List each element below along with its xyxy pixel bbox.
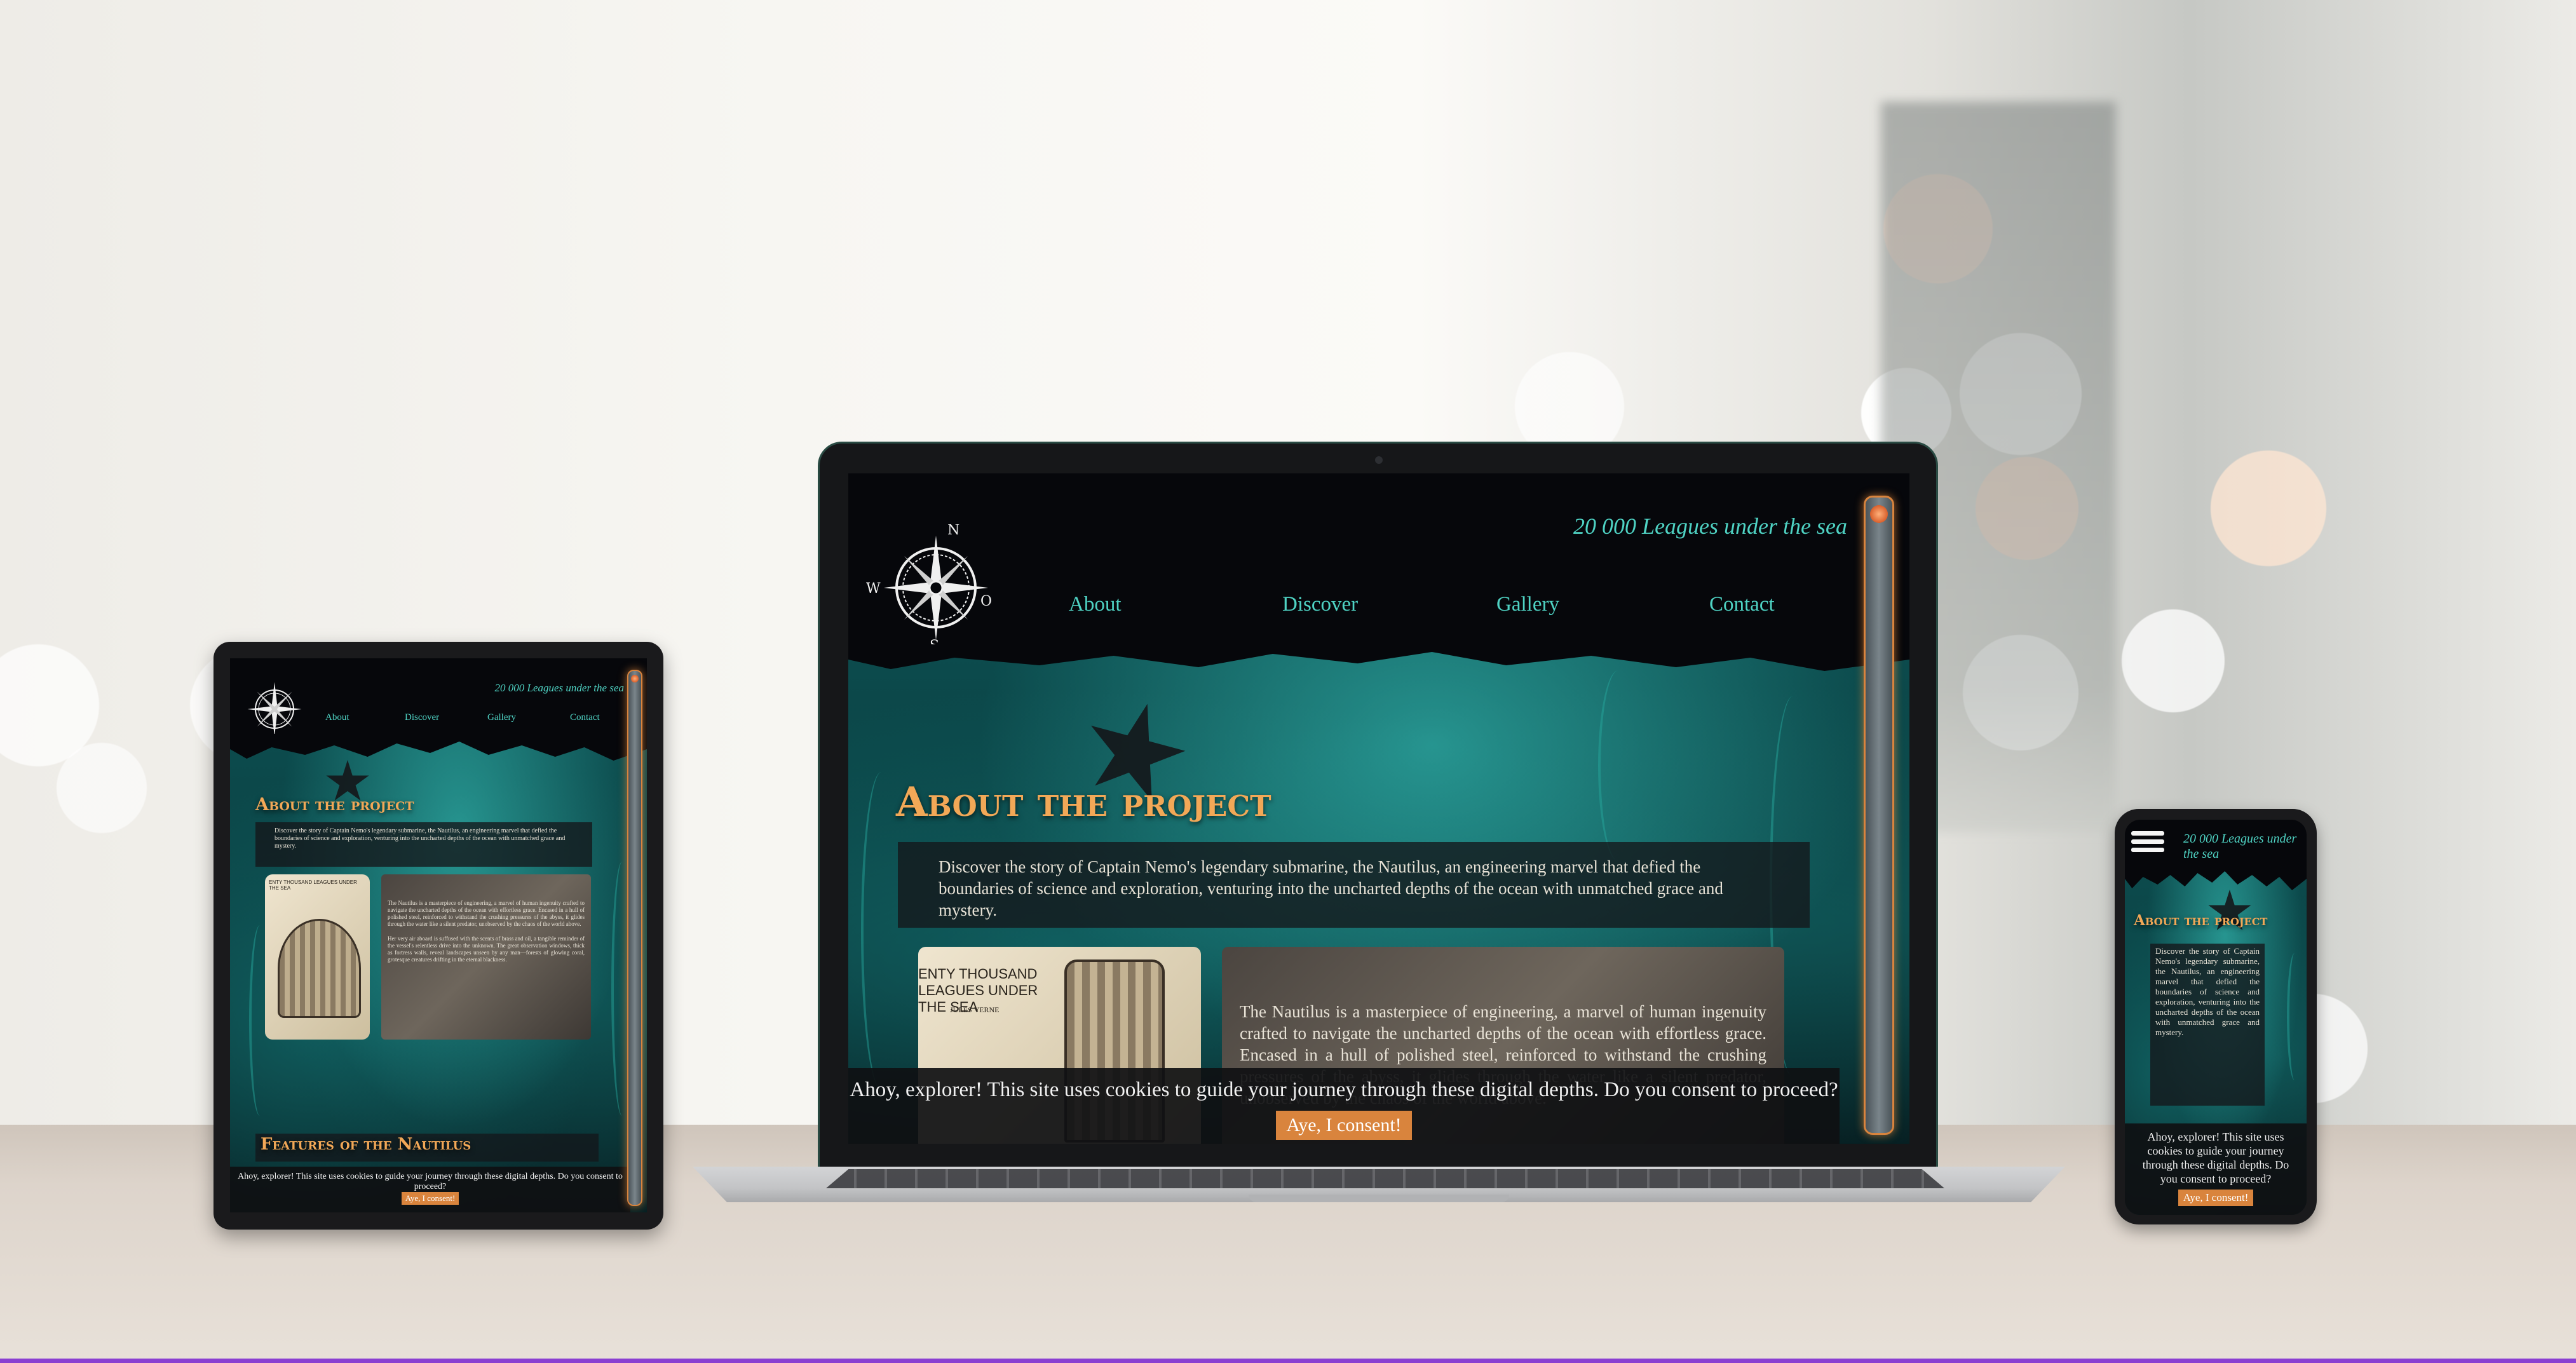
nautilus-description-card: The Nautilus is a masterpiece of enginee… xyxy=(381,874,591,1040)
tablet-screen: 20 000 Leagues under the sea About Disco… xyxy=(230,658,647,1212)
laptop-notch xyxy=(1249,1195,1509,1202)
nav-discover[interactable]: Discover xyxy=(1282,593,1358,616)
illustration-caption: ENTY THOUSAND LEAGUES UNDER THE SEA xyxy=(269,879,357,891)
cookie-banner: Ahoy, explorer! This site uses cookies t… xyxy=(2125,1123,2307,1215)
card-paragraph-2: Her very air aboard is suffused with the… xyxy=(388,935,585,963)
main-nav: About Discover Gallery Contact xyxy=(848,593,1840,625)
nav-about[interactable]: About xyxy=(1069,593,1122,616)
site-title[interactable]: 20 000 Leagues under the sea xyxy=(1573,513,1847,539)
section-title-about: About the project xyxy=(2134,912,2268,929)
consent-button[interactable]: Aye, I consent! xyxy=(2178,1190,2254,1206)
intro-text: Discover the story of Captain Nemo's leg… xyxy=(255,822,592,867)
scrollbar[interactable] xyxy=(627,670,642,1206)
consent-button[interactable]: Aye, I consent! xyxy=(1276,1111,1412,1140)
cookie-text: Ahoy, explorer! This site uses cookies t… xyxy=(2142,1130,2289,1185)
intro-text: Discover the story of Captain Nemo's leg… xyxy=(2150,944,2265,1106)
submarine-drawing xyxy=(278,919,361,1018)
nav-about[interactable]: About xyxy=(325,712,349,723)
kelp-decoration xyxy=(2287,953,2302,1080)
nav-discover[interactable]: Discover xyxy=(405,712,439,723)
laptop-keyboard xyxy=(826,1169,1944,1188)
site-title[interactable]: 20 000 Leagues under the sea xyxy=(2183,831,2298,862)
compass-n: N xyxy=(947,524,959,538)
consent-button[interactable]: Aye, I consent! xyxy=(401,1192,459,1205)
nav-contact[interactable]: Contact xyxy=(570,712,600,723)
table-edge-line xyxy=(0,1359,2576,1363)
compass-rose-icon[interactable] xyxy=(243,677,306,741)
nav-gallery[interactable]: Gallery xyxy=(487,712,516,723)
kelp-decoration xyxy=(1598,670,1639,861)
cookie-text: Ahoy, explorer! This site uses cookies t… xyxy=(850,1078,1838,1101)
cookie-banner: Ahoy, explorer! This site uses cookies t… xyxy=(848,1068,1840,1144)
scrollbar-thumb[interactable] xyxy=(631,675,639,682)
phone-screen: 20 000 Leagues under the sea About the p… xyxy=(2125,820,2307,1215)
intro-text: Discover the story of Captain Nemo's leg… xyxy=(898,842,1810,928)
cookie-banner: Ahoy, explorer! This site uses cookies t… xyxy=(230,1167,630,1212)
scrollbar[interactable] xyxy=(1864,496,1894,1135)
card-paragraph-1: The Nautilus is a masterpiece of enginee… xyxy=(388,900,585,927)
site-title[interactable]: 20 000 Leagues under the sea xyxy=(494,682,624,695)
nav-contact[interactable]: Contact xyxy=(1709,593,1775,616)
laptop-camera xyxy=(1375,456,1383,464)
section-title-about: About the project xyxy=(896,778,1271,826)
nautilus-illustration: ENTY THOUSAND LEAGUES UNDER THE SEA xyxy=(265,874,370,1040)
laptop-screen: N S W O 20 000 Leagues under the sea Abo… xyxy=(848,473,1909,1144)
hamburger-menu-icon[interactable] xyxy=(2131,831,2164,858)
compass-rose-icon[interactable]: N S W O xyxy=(866,524,993,651)
illustration-author: JULES VERNE xyxy=(950,1005,1000,1014)
scrollbar-thumb[interactable] xyxy=(1870,505,1888,523)
section-title-features: Features of the Nautilus xyxy=(261,1135,471,1154)
cookie-text: Ahoy, explorer! This site uses cookies t… xyxy=(238,1172,623,1191)
section-title-about: About the project xyxy=(255,795,414,815)
nav-gallery[interactable]: Gallery xyxy=(1496,593,1559,616)
